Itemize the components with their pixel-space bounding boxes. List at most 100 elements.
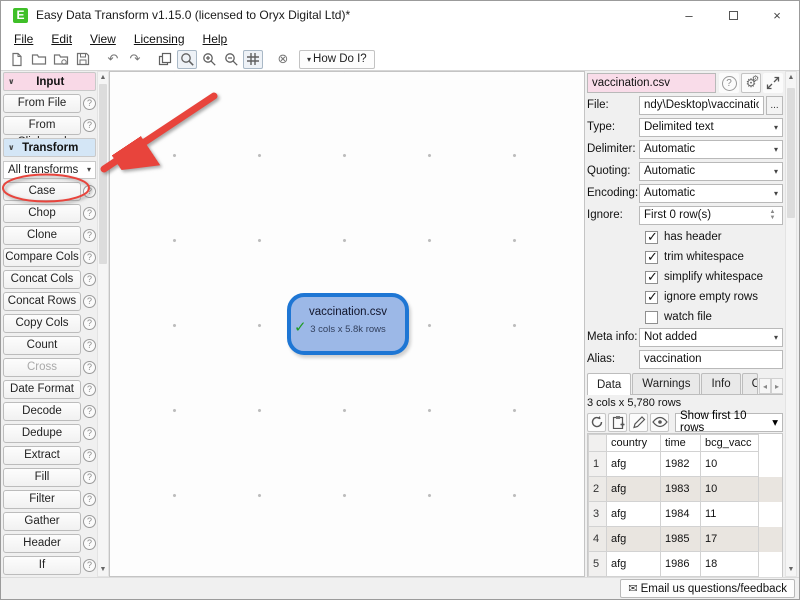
transform-filter-dropdown[interactable]: All transforms ▾: [3, 161, 96, 179]
type-dropdown[interactable]: Delimited text ▾: [639, 118, 783, 137]
from-file-button[interactable]: From File: [3, 94, 81, 113]
encoding-dropdown[interactable]: Automatic ▾: [639, 184, 783, 203]
help-icon[interactable]: ?: [83, 273, 96, 286]
inspector-scrollbar[interactable]: ▲ ▼: [785, 71, 797, 577]
scroll-down-icon[interactable]: ▼: [98, 564, 108, 576]
pan-zoom-tool-button[interactable]: [177, 50, 197, 69]
transform-if-button[interactable]: If: [3, 556, 81, 575]
scrollbar-track[interactable]: [786, 84, 796, 564]
settings-button[interactable]: ⚙⚙: [741, 73, 761, 93]
save-button[interactable]: [73, 50, 93, 69]
duplicate-button[interactable]: [155, 50, 175, 69]
help-icon[interactable]: ?: [83, 449, 96, 462]
zoom-out-button[interactable]: [221, 50, 241, 69]
preview-button[interactable]: [650, 413, 669, 432]
transform-chop-button[interactable]: Chop: [3, 204, 81, 223]
new-project-button[interactable]: [7, 50, 27, 69]
scroll-up-icon[interactable]: ▲: [786, 72, 796, 84]
transform-fill-button[interactable]: Fill: [3, 468, 81, 487]
help-icon[interactable]: ?: [83, 339, 96, 352]
spin-down-icon[interactable]: ▼: [767, 215, 778, 221]
meta-info-dropdown[interactable]: Not added ▾: [639, 328, 783, 347]
edit-button[interactable]: [629, 413, 648, 432]
help-icon[interactable]: ?: [83, 207, 96, 220]
file-path-input[interactable]: [644, 99, 759, 111]
transform-header-button[interactable]: Header: [3, 534, 81, 553]
scrollbar-thumb[interactable]: [99, 84, 107, 264]
quoting-dropdown[interactable]: Automatic ▾: [639, 162, 783, 181]
column-header-bcg-vacc[interactable]: bcg_vacc: [701, 435, 759, 452]
refresh-button[interactable]: [587, 413, 606, 432]
redo-button[interactable]: ↷: [125, 50, 145, 69]
help-icon[interactable]: ?: [83, 361, 96, 374]
menu-view[interactable]: View: [81, 32, 125, 46]
table-row[interactable]: 2 afg 1983 10: [589, 477, 783, 502]
open-recent-button[interactable]: [51, 50, 71, 69]
vaccination-csv-node[interactable]: ✓ vaccination.csv 3 cols x 5.8k rows: [287, 293, 409, 355]
file-path-field[interactable]: [639, 96, 764, 115]
node-name-field[interactable]: [587, 73, 716, 93]
help-icon[interactable]: ?: [83, 229, 96, 242]
menu-file[interactable]: File: [5, 32, 42, 46]
tab-comments[interactable]: Com: [742, 373, 758, 394]
expand-panel-button[interactable]: [763, 73, 783, 93]
checkbox-checked-icon[interactable]: [645, 231, 658, 244]
ignore-spinner[interactable]: First 0 row(s) ▲▼: [639, 206, 783, 225]
transform-concat-rows-button[interactable]: Concat Rows: [3, 292, 81, 311]
tab-data[interactable]: Data: [587, 373, 631, 395]
transform-section-header[interactable]: ∨ Transform: [3, 138, 96, 157]
scrollbar-thumb[interactable]: [787, 88, 795, 218]
toggle-grid-button[interactable]: [243, 50, 263, 69]
checkbox-checked-icon[interactable]: [645, 291, 658, 304]
menu-edit[interactable]: Edit: [42, 32, 81, 46]
input-section-header[interactable]: ∨ Input: [3, 72, 96, 91]
table-row[interactable]: 1 afg 1982 10: [589, 452, 783, 477]
node-name-input[interactable]: [592, 77, 711, 89]
minimize-button[interactable]: –: [667, 1, 711, 29]
column-header-country[interactable]: country: [607, 435, 661, 452]
zoom-in-button[interactable]: [199, 50, 219, 69]
undo-button[interactable]: ↶: [103, 50, 123, 69]
help-button[interactable]: ?: [719, 73, 739, 93]
spinner-arrows[interactable]: ▲▼: [767, 209, 778, 221]
transform-decode-button[interactable]: Decode: [3, 402, 81, 421]
help-icon[interactable]: ?: [83, 493, 96, 506]
copy-to-clipboard-button[interactable]: [608, 413, 627, 432]
help-icon[interactable]: ?: [83, 471, 96, 484]
table-row[interactable]: 5 afg 1986 18: [589, 552, 783, 577]
workflow-canvas[interactable]: ✓ vaccination.csv 3 cols x 5.8k rows: [109, 71, 585, 577]
help-icon[interactable]: ?: [83, 427, 96, 440]
help-icon[interactable]: ?: [83, 317, 96, 330]
transform-count-button[interactable]: Count: [3, 336, 81, 355]
transform-copy-cols-button[interactable]: Copy Cols: [3, 314, 81, 333]
delimiter-dropdown[interactable]: Automatic ▾: [639, 140, 783, 159]
help-icon[interactable]: ?: [83, 97, 96, 110]
alias-field[interactable]: [639, 350, 783, 369]
browse-button[interactable]: ...: [766, 96, 783, 115]
feedback-button[interactable]: ✉ Email us questions/feedback: [620, 579, 795, 598]
transform-concat-cols-button[interactable]: Concat Cols: [3, 270, 81, 289]
simplify-whitespace-checkbox-row[interactable]: simplify whitespace: [587, 267, 783, 287]
tab-scroll-left-icon[interactable]: ◂: [759, 378, 771, 394]
help-icon[interactable]: ?: [83, 295, 96, 308]
transform-date-format-button[interactable]: Date Format: [3, 380, 81, 399]
alias-input[interactable]: [644, 353, 778, 365]
trim-whitespace-checkbox-row[interactable]: trim whitespace: [587, 247, 783, 267]
menu-help[interactable]: Help: [194, 32, 237, 46]
table-row[interactable]: 4 afg 1985 17: [589, 527, 783, 552]
transform-gather-button[interactable]: Gather: [3, 512, 81, 531]
tab-scroll-right-icon[interactable]: ▸: [771, 378, 783, 394]
transform-clone-button[interactable]: Clone: [3, 226, 81, 245]
open-project-button[interactable]: [29, 50, 49, 69]
checkbox-unchecked-icon[interactable]: [645, 311, 658, 324]
table-row[interactable]: 3 afg 1984 11: [589, 502, 783, 527]
column-header-time[interactable]: time: [661, 435, 701, 452]
sidebar-scrollbar[interactable]: ▲ ▼: [97, 71, 109, 577]
checkbox-checked-icon[interactable]: [645, 251, 658, 264]
close-button[interactable]: ×: [755, 1, 799, 29]
how-do-i-button[interactable]: ▾ How Do I?: [299, 50, 375, 69]
from-clipboard-button[interactable]: From Clipboard: [3, 116, 81, 135]
rows-shown-dropdown[interactable]: Show first 10 rows ▾: [675, 413, 783, 432]
help-icon[interactable]: ?: [83, 185, 96, 198]
help-icon[interactable]: ?: [83, 405, 96, 418]
